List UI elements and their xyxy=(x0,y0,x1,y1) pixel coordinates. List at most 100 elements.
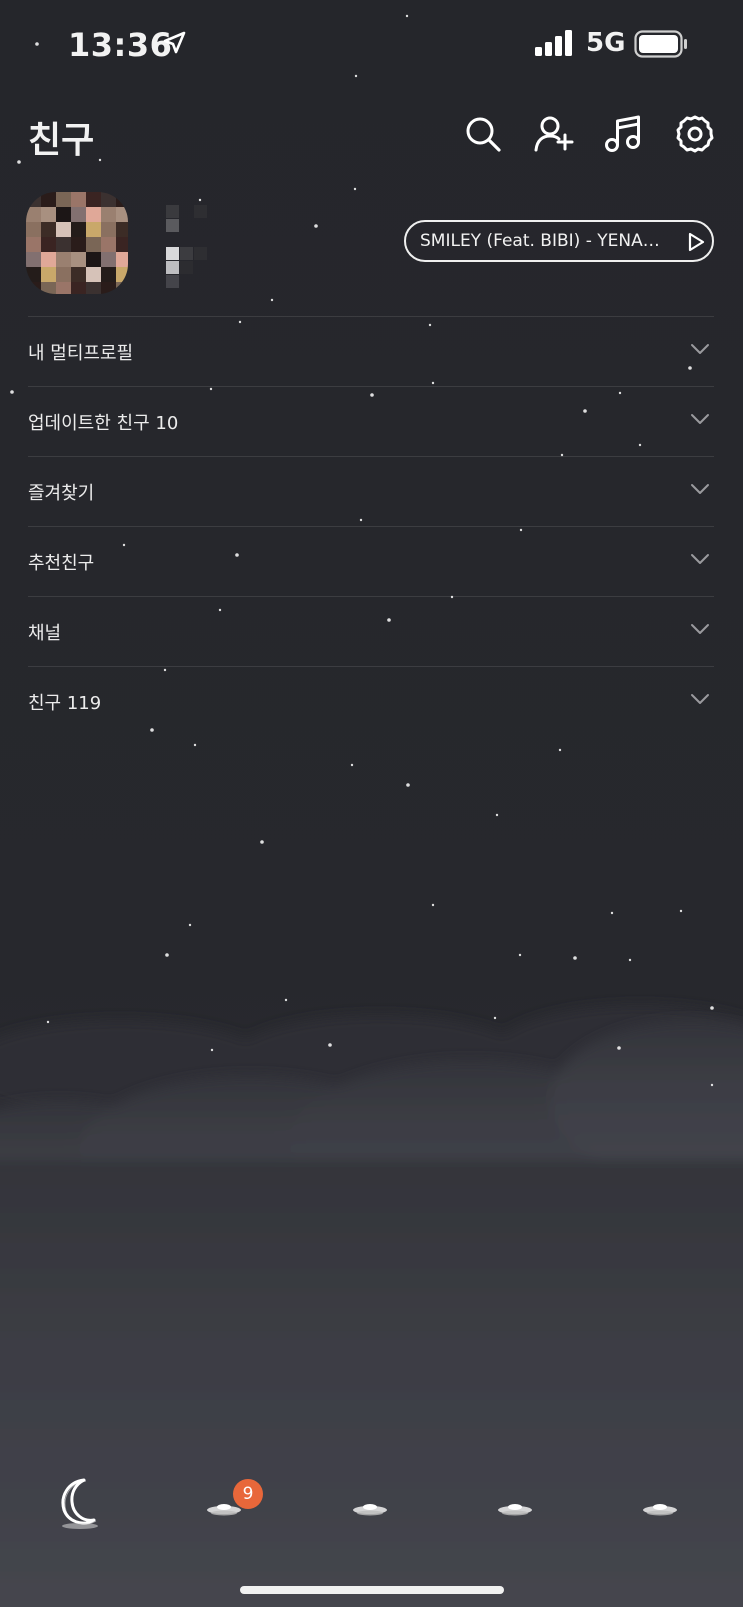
avatar-pixel xyxy=(101,207,116,222)
avatar-pixel xyxy=(86,222,101,237)
avatar-pixel xyxy=(41,237,56,252)
avatar-pixel xyxy=(71,282,86,294)
cloud-icon xyxy=(353,1504,387,1516)
avatar-pixel xyxy=(116,282,128,294)
avatar-pixel xyxy=(86,267,101,282)
section-updated-friends[interactable]: 업데이트한 친구 10 xyxy=(28,386,714,456)
status-bar: 13:36 5G xyxy=(0,0,743,90)
name-pixel xyxy=(166,247,179,260)
avatar-pixel xyxy=(101,222,116,237)
name-pixel xyxy=(194,205,207,218)
section-label: 추천친구 xyxy=(28,553,95,574)
profile-name-blurred[interactable] xyxy=(166,205,216,288)
chevron-down-icon xyxy=(691,484,709,494)
avatar-pixel xyxy=(71,237,86,252)
profile-music-button[interactable]: SMILEY (Feat. BIBI) - YENA… xyxy=(404,220,714,262)
avatar-pixel xyxy=(56,282,71,294)
avatar-pixel xyxy=(101,267,116,282)
network-type: 5G xyxy=(586,28,626,58)
name-pixel xyxy=(166,275,179,288)
chevron-down-icon xyxy=(691,624,709,634)
cloud-icon xyxy=(498,1504,532,1516)
avatar-pixel xyxy=(86,237,101,252)
tab-more[interactable] xyxy=(630,1474,690,1532)
avatar-pixel xyxy=(41,252,56,267)
avatar-pixel xyxy=(86,192,101,207)
name-pixel xyxy=(180,261,193,274)
avatar-pixel xyxy=(41,282,56,294)
avatar-pixel xyxy=(71,267,86,282)
search-icon[interactable] xyxy=(463,114,503,154)
avatar-pixel xyxy=(116,192,128,207)
avatar-pixel xyxy=(71,207,86,222)
avatar-pixel xyxy=(116,207,128,222)
friend-sections: 내 멀티프로필 업데이트한 친구 10 즐겨찾기 추천친구 채널 친구 119 xyxy=(28,316,714,736)
play-icon xyxy=(688,232,705,252)
section-friends[interactable]: 친구 119 xyxy=(28,666,714,736)
section-label: 즐겨찾기 xyxy=(28,483,95,504)
avatar-pixel xyxy=(26,192,41,207)
avatar-pixel xyxy=(86,207,101,222)
tab-friends[interactable] xyxy=(50,1474,110,1532)
avatar-pixel xyxy=(26,267,41,282)
status-time: 13:36 xyxy=(68,26,173,64)
avatar[interactable] xyxy=(26,192,128,294)
home-indicator[interactable] xyxy=(240,1586,504,1594)
avatar-pixel xyxy=(71,252,86,267)
section-my-multiprofile[interactable]: 내 멀티프로필 xyxy=(28,316,714,386)
avatar-pixel xyxy=(116,222,128,237)
chevron-down-icon xyxy=(691,414,709,424)
name-pixel xyxy=(166,261,179,274)
section-favorites[interactable]: 즐겨찾기 xyxy=(28,456,714,526)
name-pixel xyxy=(166,219,179,232)
settings-icon[interactable] xyxy=(675,114,715,154)
avatar-pixel xyxy=(41,267,56,282)
avatar-pixel xyxy=(26,237,41,252)
profile-music-title: SMILEY (Feat. BIBI) - YENA… xyxy=(420,231,660,251)
avatar-pixel xyxy=(86,282,101,294)
section-label: 업데이트한 친구 10 xyxy=(28,413,179,434)
avatar-pixel xyxy=(56,207,71,222)
name-pixel xyxy=(194,247,207,260)
avatar-pixel xyxy=(101,252,116,267)
location-arrow-icon xyxy=(163,31,186,54)
avatar-pixel xyxy=(56,192,71,207)
avatar-pixel xyxy=(116,237,128,252)
avatar-pixel xyxy=(41,192,56,207)
music-icon[interactable] xyxy=(603,114,643,154)
avatar-pixel xyxy=(116,252,128,267)
tab-view[interactable] xyxy=(340,1474,400,1532)
tab-shopping[interactable] xyxy=(485,1474,545,1532)
avatar-pixel xyxy=(116,267,128,282)
avatar-pixel xyxy=(26,282,41,294)
cloud-icon xyxy=(643,1504,677,1516)
avatar-pixel xyxy=(101,237,116,252)
chevron-down-icon xyxy=(691,344,709,354)
chevron-down-icon xyxy=(691,694,709,704)
name-pixel xyxy=(166,205,179,218)
chevron-down-icon xyxy=(691,554,709,564)
avatar-pixel xyxy=(56,237,71,252)
chat-unread-badge: 9 xyxy=(233,1479,263,1509)
avatar-pixel xyxy=(101,192,116,207)
page-title: 친구 xyxy=(28,120,95,161)
avatar-pixel xyxy=(86,252,101,267)
avatar-pixel xyxy=(41,222,56,237)
avatar-pixel xyxy=(56,222,71,237)
moon-icon xyxy=(61,1478,98,1529)
section-label: 채널 xyxy=(28,623,62,644)
section-recommended-friends[interactable]: 추천친구 xyxy=(28,526,714,596)
avatar-pixel xyxy=(56,267,71,282)
avatar-pixel xyxy=(101,282,116,294)
add-friend-icon[interactable] xyxy=(534,114,574,154)
section-channels[interactable]: 채널 xyxy=(28,596,714,666)
avatar-pixel xyxy=(71,222,86,237)
avatar-pixel xyxy=(56,252,71,267)
name-pixel xyxy=(180,247,193,260)
battery-icon xyxy=(634,30,687,58)
section-label: 내 멀티프로필 xyxy=(28,343,134,364)
avatar-pixel xyxy=(26,207,41,222)
avatar-pixel xyxy=(26,252,41,267)
cellular-signal-icon xyxy=(535,30,572,56)
avatar-pixel xyxy=(41,207,56,222)
